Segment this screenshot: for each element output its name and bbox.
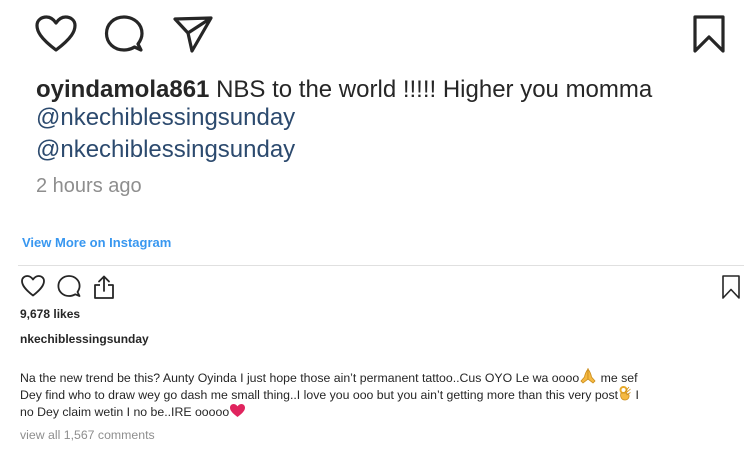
praying-hands-emoji — [579, 368, 597, 384]
caption-text: NBS to the world !!!!! Higher you momma — [216, 76, 653, 103]
divider — [18, 265, 744, 266]
comment-line: Dey find who to draw wey go dash me smal… — [20, 385, 639, 402]
share-icon[interactable] — [91, 274, 117, 300]
comment-line: Na the new trend be this? Aunty Oyinda I… — [20, 368, 638, 385]
comment-icon[interactable] — [56, 274, 82, 298]
likes-count[interactable]: 9,678 likes — [20, 307, 80, 321]
owner-username[interactable]: nkechiblessingsunday — [20, 332, 149, 346]
comment-text: no Dey claim wetin I no be..IRE ooooo — [20, 405, 230, 419]
post-timestamp: 2 hours ago — [36, 175, 142, 197]
caption: oyindamola861 NBS to the world !!!!! Hig… — [36, 76, 652, 104]
caption-username[interactable]: oyindamola861 — [36, 76, 209, 103]
mention-link[interactable]: @nkechiblessingsunday — [36, 104, 295, 132]
comment-line: no Dey claim wetin I no be..IRE ooooo — [20, 403, 246, 419]
comment-text: me sef — [597, 371, 638, 385]
view-more-on-instagram-link[interactable]: View More on Instagram — [22, 235, 171, 250]
comment-icon[interactable] — [104, 14, 144, 54]
ok-hand-emoji — [618, 385, 632, 401]
comment-text: Na the new trend be this? Aunty Oyinda I… — [20, 371, 580, 385]
heart-icon[interactable] — [34, 14, 78, 54]
share-icon[interactable] — [172, 14, 214, 54]
comment-text: I — [632, 388, 639, 402]
comment-text: Dey find who to draw wey go dash me smal… — [20, 388, 619, 402]
view-all-comments-link[interactable]: view all 1,567 comments — [20, 428, 155, 442]
top-action-bar — [34, 14, 734, 56]
bookmark-icon[interactable] — [692, 14, 726, 54]
heart-icon[interactable] — [20, 274, 46, 298]
red-heart-emoji — [229, 403, 246, 418]
mention-link[interactable]: @nkechiblessingsunday — [36, 136, 295, 164]
bookmark-icon[interactable] — [720, 274, 742, 300]
embed-action-bar — [20, 274, 744, 302]
